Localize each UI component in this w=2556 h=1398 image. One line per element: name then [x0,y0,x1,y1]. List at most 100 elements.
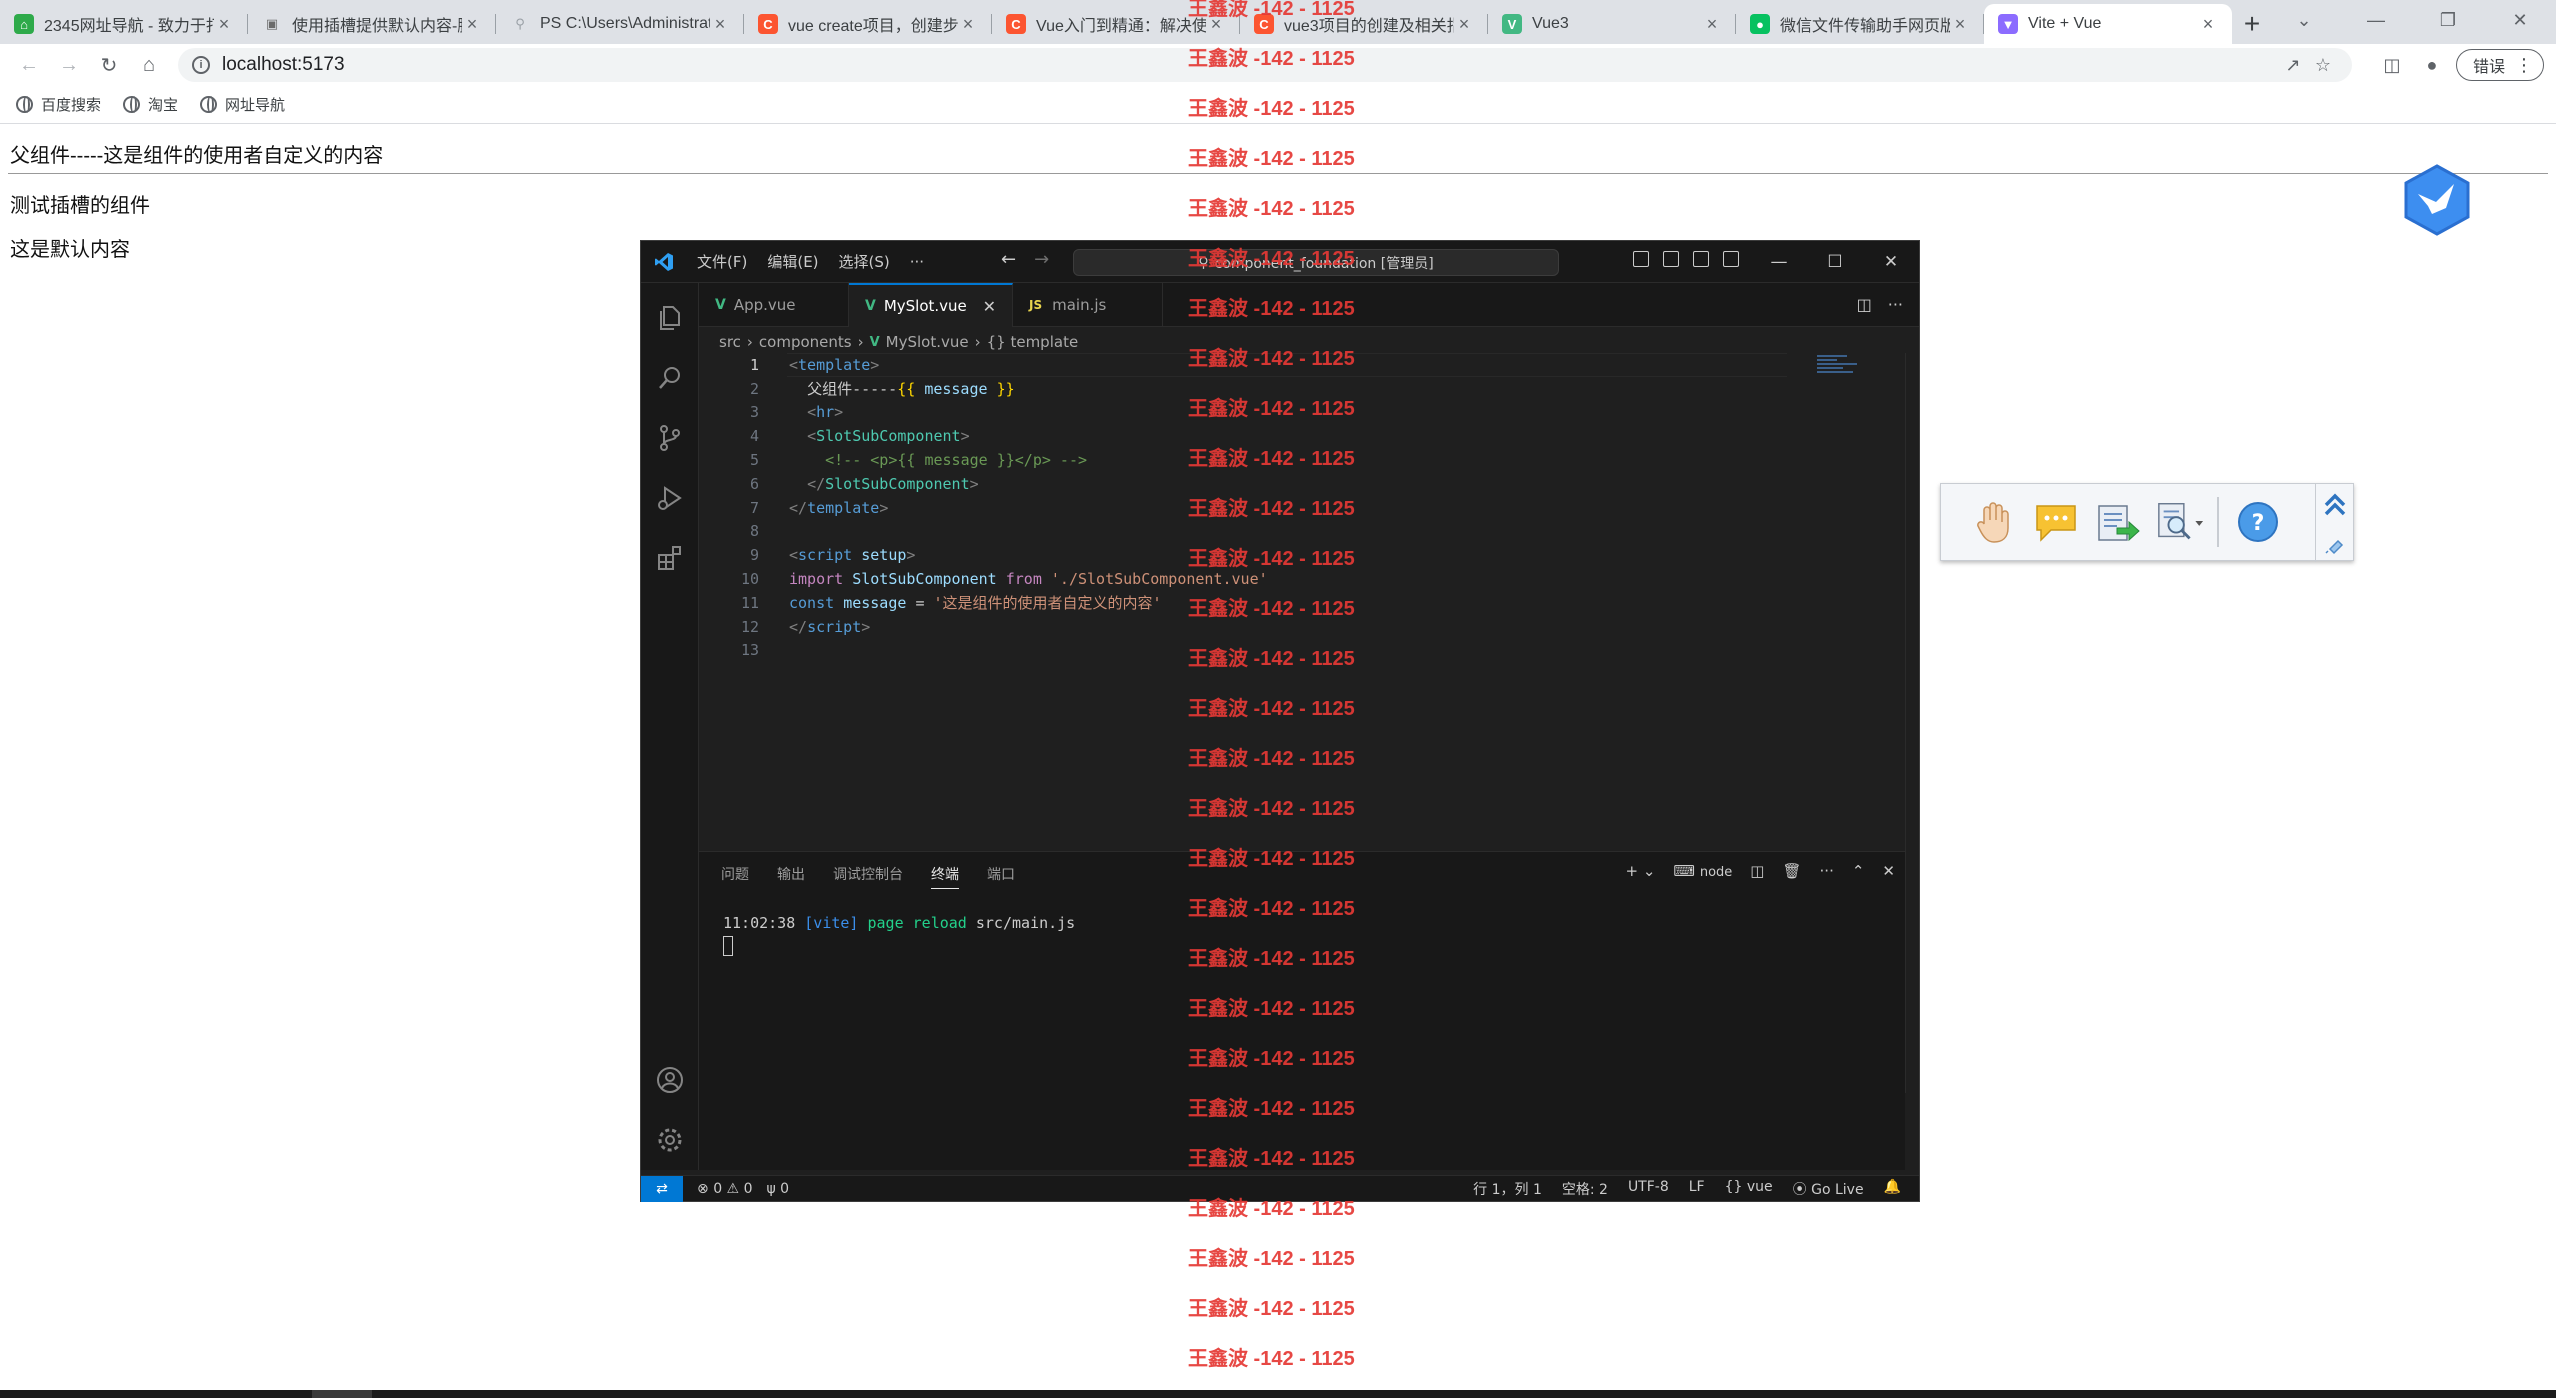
account-icon[interactable] [655,1065,685,1095]
error-button[interactable]: 错误 ⋮ [2455,49,2544,81]
trash-icon[interactable]: 🗑 [1782,862,1801,880]
editor-scrollbar[interactable] [1905,353,1919,1093]
indentation[interactable]: 空格: 2 [1562,1179,1608,1199]
browser-tab[interactable]: ▼ Vite + Vue × [1984,4,2232,44]
collapse-up-icon[interactable] [2322,492,2348,518]
bird-logo-icon[interactable] [2402,164,2472,236]
panel-tab-terminal[interactable]: 终端 [931,864,959,889]
maximize-panel-icon[interactable]: ⌃ [1852,862,1865,880]
pin-icon[interactable] [2324,533,2346,555]
split-terminal-icon[interactable]: ◫ [1750,862,1764,880]
restore-button[interactable]: ❐ [2412,0,2484,40]
close-tab-icon[interactable]: × [462,14,482,35]
breadcrumb-item[interactable]: components [759,333,852,351]
share-icon[interactable]: ↗ [2278,55,2308,76]
encoding[interactable]: UTF-8 [1628,1179,1669,1199]
more-actions-icon[interactable]: ··· [1820,862,1834,880]
tab-main-js[interactable]: JS main.js [1013,283,1163,327]
panel-tab-problems[interactable]: 问题 [721,864,749,889]
forward-button[interactable]: → [52,48,86,82]
run-debug-icon[interactable] [655,483,685,513]
comment-tool-icon[interactable] [2031,497,2081,547]
new-terminal-icon[interactable]: + ⌄ [1626,862,1656,880]
close-tab-icon[interactable]: ✕ [983,297,996,316]
browser-tab[interactable]: ● 微信文件传输助手网页版 × [1736,4,1984,44]
bookmark-nav[interactable]: 网址导航 [200,94,285,115]
settings-gear-icon[interactable] [655,1125,685,1155]
remote-icon[interactable]: ⇄ [641,1175,683,1202]
back-button[interactable]: ← [12,48,46,82]
search-icon[interactable] [655,363,685,393]
minimize-button[interactable]: — [1751,241,1807,283]
zoom-document-icon[interactable] [2155,497,2205,547]
browser-tab[interactable]: ⚲ PS C:\Users\Administrat × [496,4,744,44]
close-panel-icon[interactable]: ✕ [1882,862,1895,880]
panel-tab-output[interactable]: 输出 [777,864,805,889]
bookmark-baidu[interactable]: 百度搜索 [16,94,101,115]
watermark-text: 王鑫波 -142 - 1125 [1188,48,1355,70]
side-panel-icon[interactable]: ◫ [2372,48,2412,82]
minimap[interactable] [1817,355,1867,385]
breadcrumb-item[interactable]: {} template [987,333,1079,351]
reload-button[interactable]: ↻ [92,48,126,82]
close-tab-icon[interactable]: × [958,14,978,35]
close-button[interactable]: ✕ [2484,0,2556,40]
close-tab-icon[interactable]: × [1950,14,1970,35]
language-mode[interactable]: {} vue [1725,1179,1773,1199]
minimize-button[interactable]: — [2340,0,2412,40]
terminal-output[interactable]: 11:02:38 [vite] page reload src/main.js [723,914,1075,960]
breadcrumb-item[interactable]: src [719,333,741,351]
hand-tool-icon[interactable] [1969,497,2019,547]
toggle-panel-icon[interactable] [1663,251,1679,267]
close-tab-icon[interactable]: × [2198,14,2218,35]
tab-myslot-vue[interactable]: V MySlot.vue ✕ [849,283,1013,327]
go-live-button[interactable]: ⦿ Go Live [1793,1179,1864,1199]
terminal-instance[interactable]: ⌨ node [1673,862,1732,880]
tab-app-vue[interactable]: V App.vue [699,283,849,327]
toggle-secondary-sidebar-icon[interactable] [1693,251,1709,267]
menu-more[interactable]: ··· [900,253,934,271]
more-actions-icon[interactable]: ··· [1888,295,1903,314]
menu-edit[interactable]: 编辑(E) [757,251,828,272]
home-button[interactable]: ⌂ [132,48,166,82]
menu-selection[interactable]: 选择(S) [829,251,900,272]
panel-tab-debug-console[interactable]: 调试控制台 [833,864,903,889]
browser-tab[interactable]: Cvue create项目，创建步 × [744,4,992,44]
toggle-sidebar-icon[interactable] [1633,251,1649,267]
line-number: 8 [749,522,759,541]
export-tool-icon[interactable] [2093,497,2143,547]
end-of-line[interactable]: LF [1689,1179,1705,1199]
new-tab-button[interactable]: + [2232,4,2272,44]
browser-tab[interactable]: ⌂ 2345网址导航 - 致力于打 × [0,4,248,44]
star-icon[interactable]: ☆ [2308,55,2338,76]
problems-status[interactable]: ⊗ 0 ⚠ 0 [697,1181,752,1197]
source-control-icon[interactable] [655,423,685,453]
explorer-icon[interactable] [655,303,685,333]
menu-file[interactable]: 文件(F) [687,251,757,272]
activity-bar [641,283,699,1170]
maximize-button[interactable]: ☐ [1807,241,1863,283]
help-icon[interactable]: ? [2233,497,2283,547]
split-editor-icon[interactable]: ◫ [1857,295,1872,314]
browser-tab[interactable]: V Vue3 × [1488,4,1736,44]
ports-status[interactable]: ψ 0 [766,1181,789,1197]
info-icon[interactable]: i [192,56,210,74]
customize-layout-icon[interactable] [1723,251,1739,267]
tab-search-button[interactable]: ⌄ [2268,0,2340,40]
close-tab-icon[interactable]: × [1454,14,1474,35]
close-tab-icon[interactable]: × [1702,14,1722,35]
panel-tab-ports[interactable]: 端口 [987,864,1015,889]
cursor-position[interactable]: 行 1，列 1 [1473,1179,1542,1199]
nav-forward-icon[interactable]: → [1034,249,1049,270]
profile-avatar[interactable]: ● [2412,48,2452,82]
breadcrumb-item[interactable]: MySlot.vue [886,333,969,351]
bookmark-taobao[interactable]: 淘宝 [123,94,178,115]
bell-icon[interactable]: 🔔 [1884,1179,1901,1199]
extensions-icon[interactable] [655,543,685,573]
close-tab-icon[interactable]: × [710,14,730,35]
nav-back-icon[interactable]: ← [1001,249,1016,270]
taskbar-item[interactable] [312,1390,372,1398]
browser-tab[interactable]: ▣ 使用插槽提供默认内容-脚 × [248,4,496,44]
close-button[interactable]: ✕ [1863,241,1919,283]
close-tab-icon[interactable]: × [214,14,234,35]
